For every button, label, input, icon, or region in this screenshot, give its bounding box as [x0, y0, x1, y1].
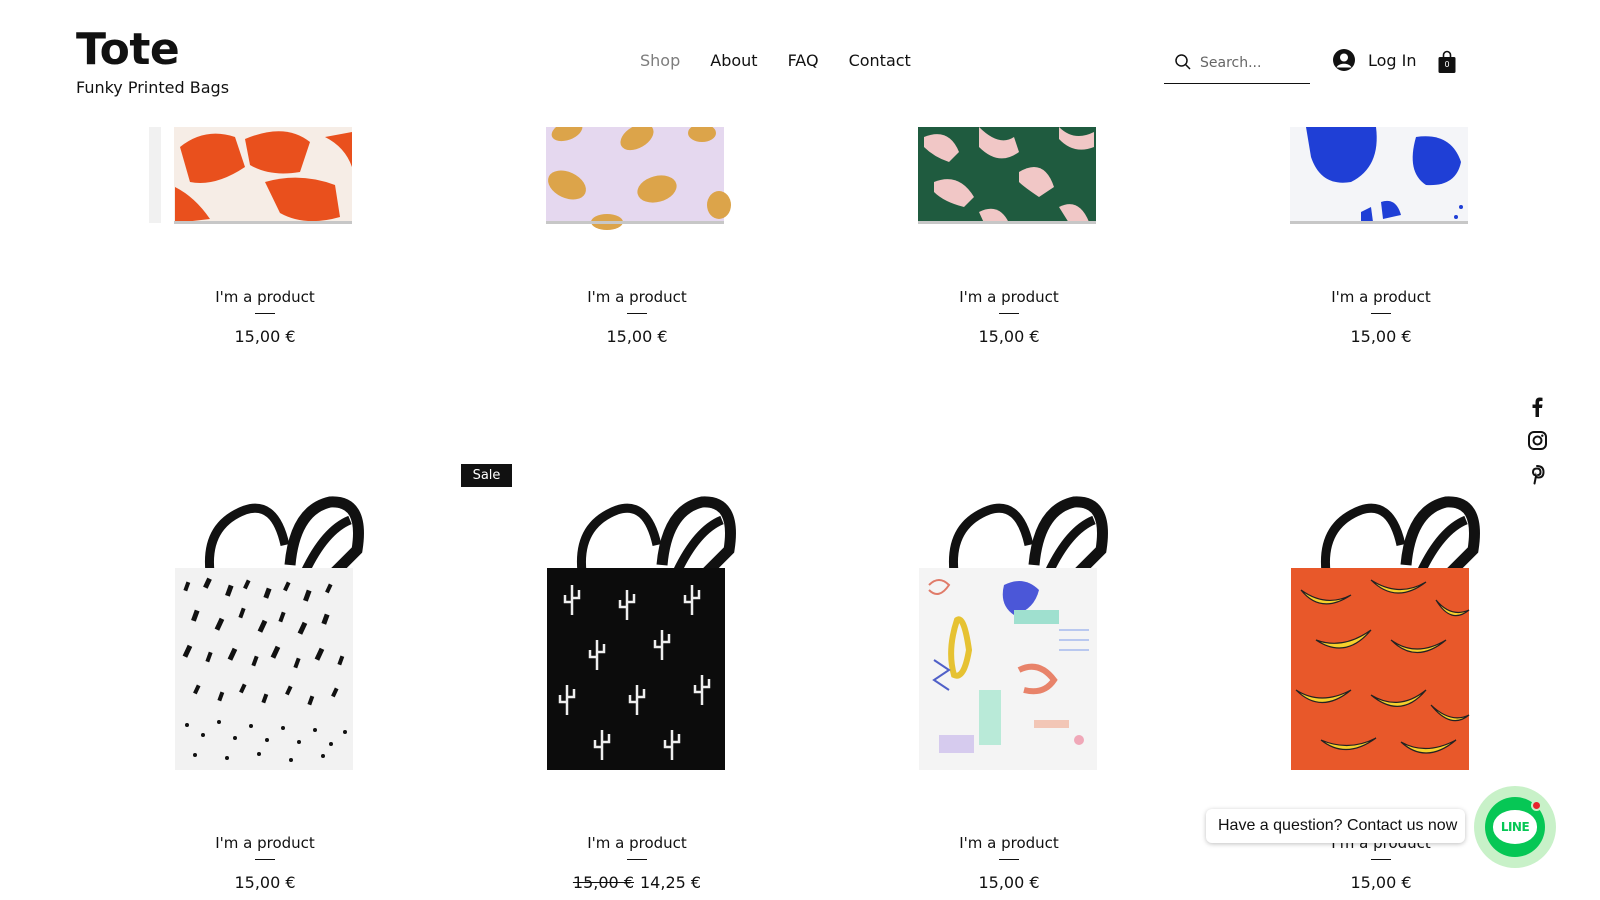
divider: [999, 859, 1019, 860]
cart-button[interactable]: 0: [1437, 50, 1457, 79]
search-icon: [1175, 54, 1191, 70]
blue-blobs-tote-image: [1290, 127, 1468, 224]
product-name[interactable]: I'm a product: [839, 834, 1179, 852]
pinterest-icon[interactable]: [1526, 464, 1548, 485]
product-price: 15,00 €: [1350, 873, 1412, 892]
orange-brush-tote-image: [149, 127, 352, 224]
site-tagline: Funky Printed Bags: [76, 78, 230, 97]
product-price: 15,00 € 14,25 €: [467, 873, 807, 892]
login-button[interactable]: Log In: [1332, 48, 1417, 72]
product-image[interactable]: [839, 490, 1179, 780]
product-price: 15,00 €: [234, 873, 296, 892]
user-avatar-icon: [1333, 49, 1355, 71]
divider: [255, 859, 275, 860]
product-price: 15,00 €: [978, 873, 1040, 892]
cart-count-badge: 0: [1444, 60, 1450, 69]
black-dots-tote-image: [175, 496, 364, 770]
cactus-tote-image: [547, 496, 736, 770]
nav-item-about[interactable]: About: [710, 51, 757, 70]
product-image[interactable]: [467, 127, 807, 237]
nav-item-shop[interactable]: Shop: [640, 51, 680, 70]
line-chat-button[interactable]: LINE: [1474, 786, 1556, 868]
site-title[interactable]: Tote: [76, 24, 180, 75]
bananas-tote-image: [1291, 496, 1480, 770]
divider: [1371, 313, 1391, 314]
hands-tote-image: [918, 127, 1096, 224]
nav-item-faq[interactable]: FAQ: [788, 51, 819, 70]
product-price: 15,00 €: [1350, 327, 1412, 346]
product-name[interactable]: I'm a product: [839, 288, 1179, 306]
product-name[interactable]: I'm a product: [1211, 288, 1551, 306]
facebook-icon[interactable]: [1526, 396, 1548, 417]
product-name[interactable]: I'm a product: [467, 288, 807, 306]
line-logo-icon: LINE: [1493, 810, 1537, 844]
instagram-icon[interactable]: [1526, 430, 1548, 451]
divider: [255, 313, 275, 314]
site-header: Tote Funky Printed Bags Shop About FAQ C…: [0, 0, 1600, 127]
product-image[interactable]: [1211, 490, 1551, 780]
product-image[interactable]: [839, 127, 1179, 237]
product-image[interactable]: [1211, 127, 1551, 237]
product-name[interactable]: I'm a product: [95, 834, 435, 852]
notification-dot: [1531, 800, 1542, 811]
social-bar: [1526, 396, 1548, 485]
product-name[interactable]: I'm a product: [95, 288, 435, 306]
nav-item-contact[interactable]: Contact: [849, 51, 911, 70]
divider: [627, 313, 647, 314]
product-price: 15,00 €: [234, 327, 296, 346]
product-grid: I'm a product 15,00 € I'm a product 15,0…: [0, 0, 1600, 900]
divider: [627, 859, 647, 860]
chat-prompt-bubble[interactable]: Have a question? Contact us now: [1206, 809, 1465, 843]
product-image[interactable]: [95, 490, 435, 780]
divider: [999, 313, 1019, 314]
sale-price: 14,25 €: [640, 873, 702, 892]
sale-badge: Sale: [461, 464, 512, 487]
abstract-pastel-tote-image: [919, 496, 1108, 770]
product-price: 15,00 €: [978, 327, 1040, 346]
original-price: 15,00 €: [572, 873, 634, 892]
search-box: [1164, 48, 1310, 84]
product-image[interactable]: [467, 490, 807, 780]
lemons-tote-image: [546, 127, 731, 230]
product-name[interactable]: I'm a product: [467, 834, 807, 852]
login-label: Log In: [1368, 50, 1417, 70]
search-input[interactable]: [1200, 51, 1308, 75]
product-price: 15,00 €: [606, 327, 668, 346]
divider: [1371, 859, 1391, 860]
main-nav: Shop About FAQ Contact: [640, 51, 911, 70]
product-image[interactable]: [95, 127, 435, 237]
